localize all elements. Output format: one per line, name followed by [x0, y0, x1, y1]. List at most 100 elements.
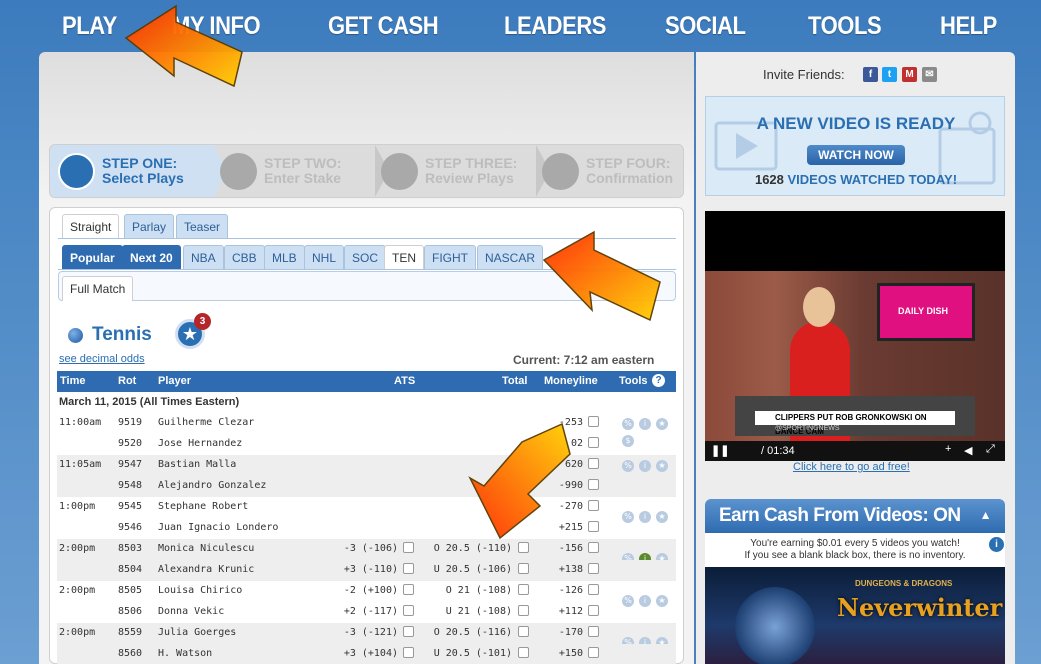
col-total: Total [502, 375, 528, 387]
game-ad[interactable]: DUNGEONS & DRAGONS Neverwinter [705, 567, 1005, 664]
step-four-circle [542, 153, 579, 190]
moneyline-checkbox[interactable] [588, 605, 599, 616]
row-ats: -3 (-106) [343, 543, 398, 554]
moneyline-checkbox[interactable] [588, 479, 599, 490]
tab-ten[interactable]: TEN [384, 245, 424, 269]
watched-count: 1628 [754, 172, 784, 187]
row-ats: -2 (+100) [343, 585, 398, 596]
percent-icon[interactable]: % [622, 460, 634, 472]
percent-icon[interactable]: % [622, 418, 634, 430]
tennis-ball-icon [68, 328, 83, 343]
facebook-icon[interactable]: f [863, 67, 878, 82]
ticker-sub: @SPORTINGNEWS [775, 425, 840, 432]
total-checkbox[interactable] [518, 563, 529, 574]
tab-teaser[interactable]: Teaser [176, 214, 229, 238]
moneyline-checkbox[interactable] [588, 521, 599, 532]
row-moneyline: +112 [558, 606, 583, 617]
star-icon[interactable]: ★ [656, 418, 668, 430]
ad-figure [735, 587, 815, 664]
tab-popular[interactable]: Popular [62, 245, 123, 269]
info-icon[interactable]: i [639, 418, 651, 430]
tab-nascar[interactable]: NASCAR [477, 245, 544, 269]
nav-play[interactable]: PLAY [62, 12, 117, 41]
row-ats: -3 (-121) [343, 627, 398, 638]
date-row: March 11, 2015 (All Times Eastern) [59, 396, 240, 408]
arrow-icon [542, 230, 661, 322]
ats-checkbox[interactable] [403, 584, 414, 595]
row-ats: +3 (-110) [343, 564, 398, 575]
tab-full-match[interactable]: Full Match [62, 276, 134, 301]
total-checkbox[interactable] [518, 584, 529, 595]
game-title: Neverwinter [837, 593, 1003, 622]
ats-checkbox[interactable] [403, 605, 414, 616]
ats-checkbox[interactable] [403, 647, 414, 658]
total-checkbox[interactable] [518, 647, 529, 658]
earn-cash-title: Earn Cash From Videos: ON [719, 505, 961, 526]
add-icon[interactable]: + [945, 443, 951, 455]
twitter-icon[interactable]: t [882, 67, 897, 82]
pause-icon[interactable]: ❚❚ [711, 444, 729, 457]
volume-icon[interactable]: ◀ [964, 444, 972, 457]
new-video-banner[interactable]: A NEW VIDEO IS READY WATCH NOW 1628 VIDE… [705, 96, 1005, 196]
gmail-icon[interactable]: M [902, 67, 917, 82]
ats-checkbox[interactable] [403, 626, 414, 637]
collapse-icon[interactable]: ▲ [980, 508, 992, 522]
tab-next-20[interactable]: Next 20 [122, 245, 181, 269]
tab-nba[interactable]: NBA [183, 245, 224, 269]
star-icon[interactable]: ★ [656, 460, 668, 472]
total-checkbox[interactable] [518, 626, 529, 637]
row-ats: +2 (-117) [343, 606, 398, 617]
current-time: Current: 7:12 am eastern [513, 353, 655, 367]
tab-cbb[interactable]: CBB [224, 245, 265, 269]
tab-soc[interactable]: SOC [344, 245, 387, 269]
row-total: O 20.5 (-110) [433, 543, 512, 554]
row-rot: 9546 [118, 522, 143, 533]
ats-checkbox[interactable] [403, 542, 414, 553]
tab-mlb[interactable]: MLB [264, 245, 305, 269]
decimal-odds-link[interactable]: see decimal odds [59, 353, 145, 365]
tab-straight[interactable]: Straight [62, 214, 120, 238]
info-icon[interactable]: i [639, 460, 651, 472]
fullscreen-icon[interactable]: ⤢ [986, 443, 995, 456]
moneyline-checkbox[interactable] [588, 437, 599, 448]
row-player: Bastian Malla [158, 459, 237, 470]
moneyline-checkbox[interactable] [588, 563, 599, 574]
moneyline-checkbox[interactable] [588, 542, 599, 553]
table-row: 9520 Jose Hernandez 02 [57, 434, 676, 455]
studio-screen: DAILY DISH [877, 283, 975, 341]
moneyline-checkbox[interactable] [588, 416, 599, 427]
total-checkbox[interactable] [518, 605, 529, 616]
moneyline-checkbox[interactable] [588, 500, 599, 511]
help-icon[interactable]: ? [652, 374, 665, 387]
email-icon[interactable]: ✉ [922, 67, 937, 82]
moneyline-checkbox[interactable] [588, 458, 599, 469]
nav-leaders[interactable]: LEADERS [504, 12, 606, 41]
watched-text: VIDEOS WATCHED TODAY! [787, 172, 958, 187]
col-moneyline: Moneyline [544, 375, 598, 387]
tab-nhl[interactable]: NHL [304, 245, 345, 269]
moneyline-checkbox[interactable] [588, 647, 599, 658]
earn-cash-header[interactable]: Earn Cash From Videos: ON ▲ [705, 499, 1005, 533]
video-player[interactable]: DAILY DISH CLIPPERS PUT ROB GRONKOWSKI O… [705, 211, 1005, 461]
info-icon[interactable]: i [989, 537, 1004, 552]
row-rot: 9519 [118, 417, 143, 428]
row-rot: 8560 [118, 648, 143, 659]
moneyline-checkbox[interactable] [588, 626, 599, 637]
row-rot: 8505 [118, 585, 143, 596]
ats-checkbox[interactable] [403, 563, 414, 574]
watch-now-button[interactable]: WATCH NOW [807, 145, 905, 165]
nav-help[interactable]: HELP [940, 12, 997, 41]
nav-get-cash[interactable]: GET CASH [328, 12, 439, 41]
nav-social[interactable]: SOCIAL [665, 12, 746, 41]
nav-tools[interactable]: TOOLS [808, 12, 882, 41]
ad-free-link[interactable]: Click here to go ad free! [793, 461, 910, 473]
table-row: 9548 Alejandro Gonzalez -990 [57, 476, 676, 497]
tab-fight[interactable]: FIGHT [424, 245, 476, 269]
tab-parlay[interactable]: Parlay [124, 214, 175, 238]
moneyline-checkbox[interactable] [588, 584, 599, 595]
step-two-title: STEP TWO: [264, 155, 342, 171]
row-rot: 8504 [118, 564, 143, 575]
col-player: Player [158, 375, 192, 387]
table-row: 8506 Donna Vekic +2 (-117) U 21 (-108) +112 [57, 602, 676, 623]
row-moneyline: -126 [558, 585, 583, 596]
